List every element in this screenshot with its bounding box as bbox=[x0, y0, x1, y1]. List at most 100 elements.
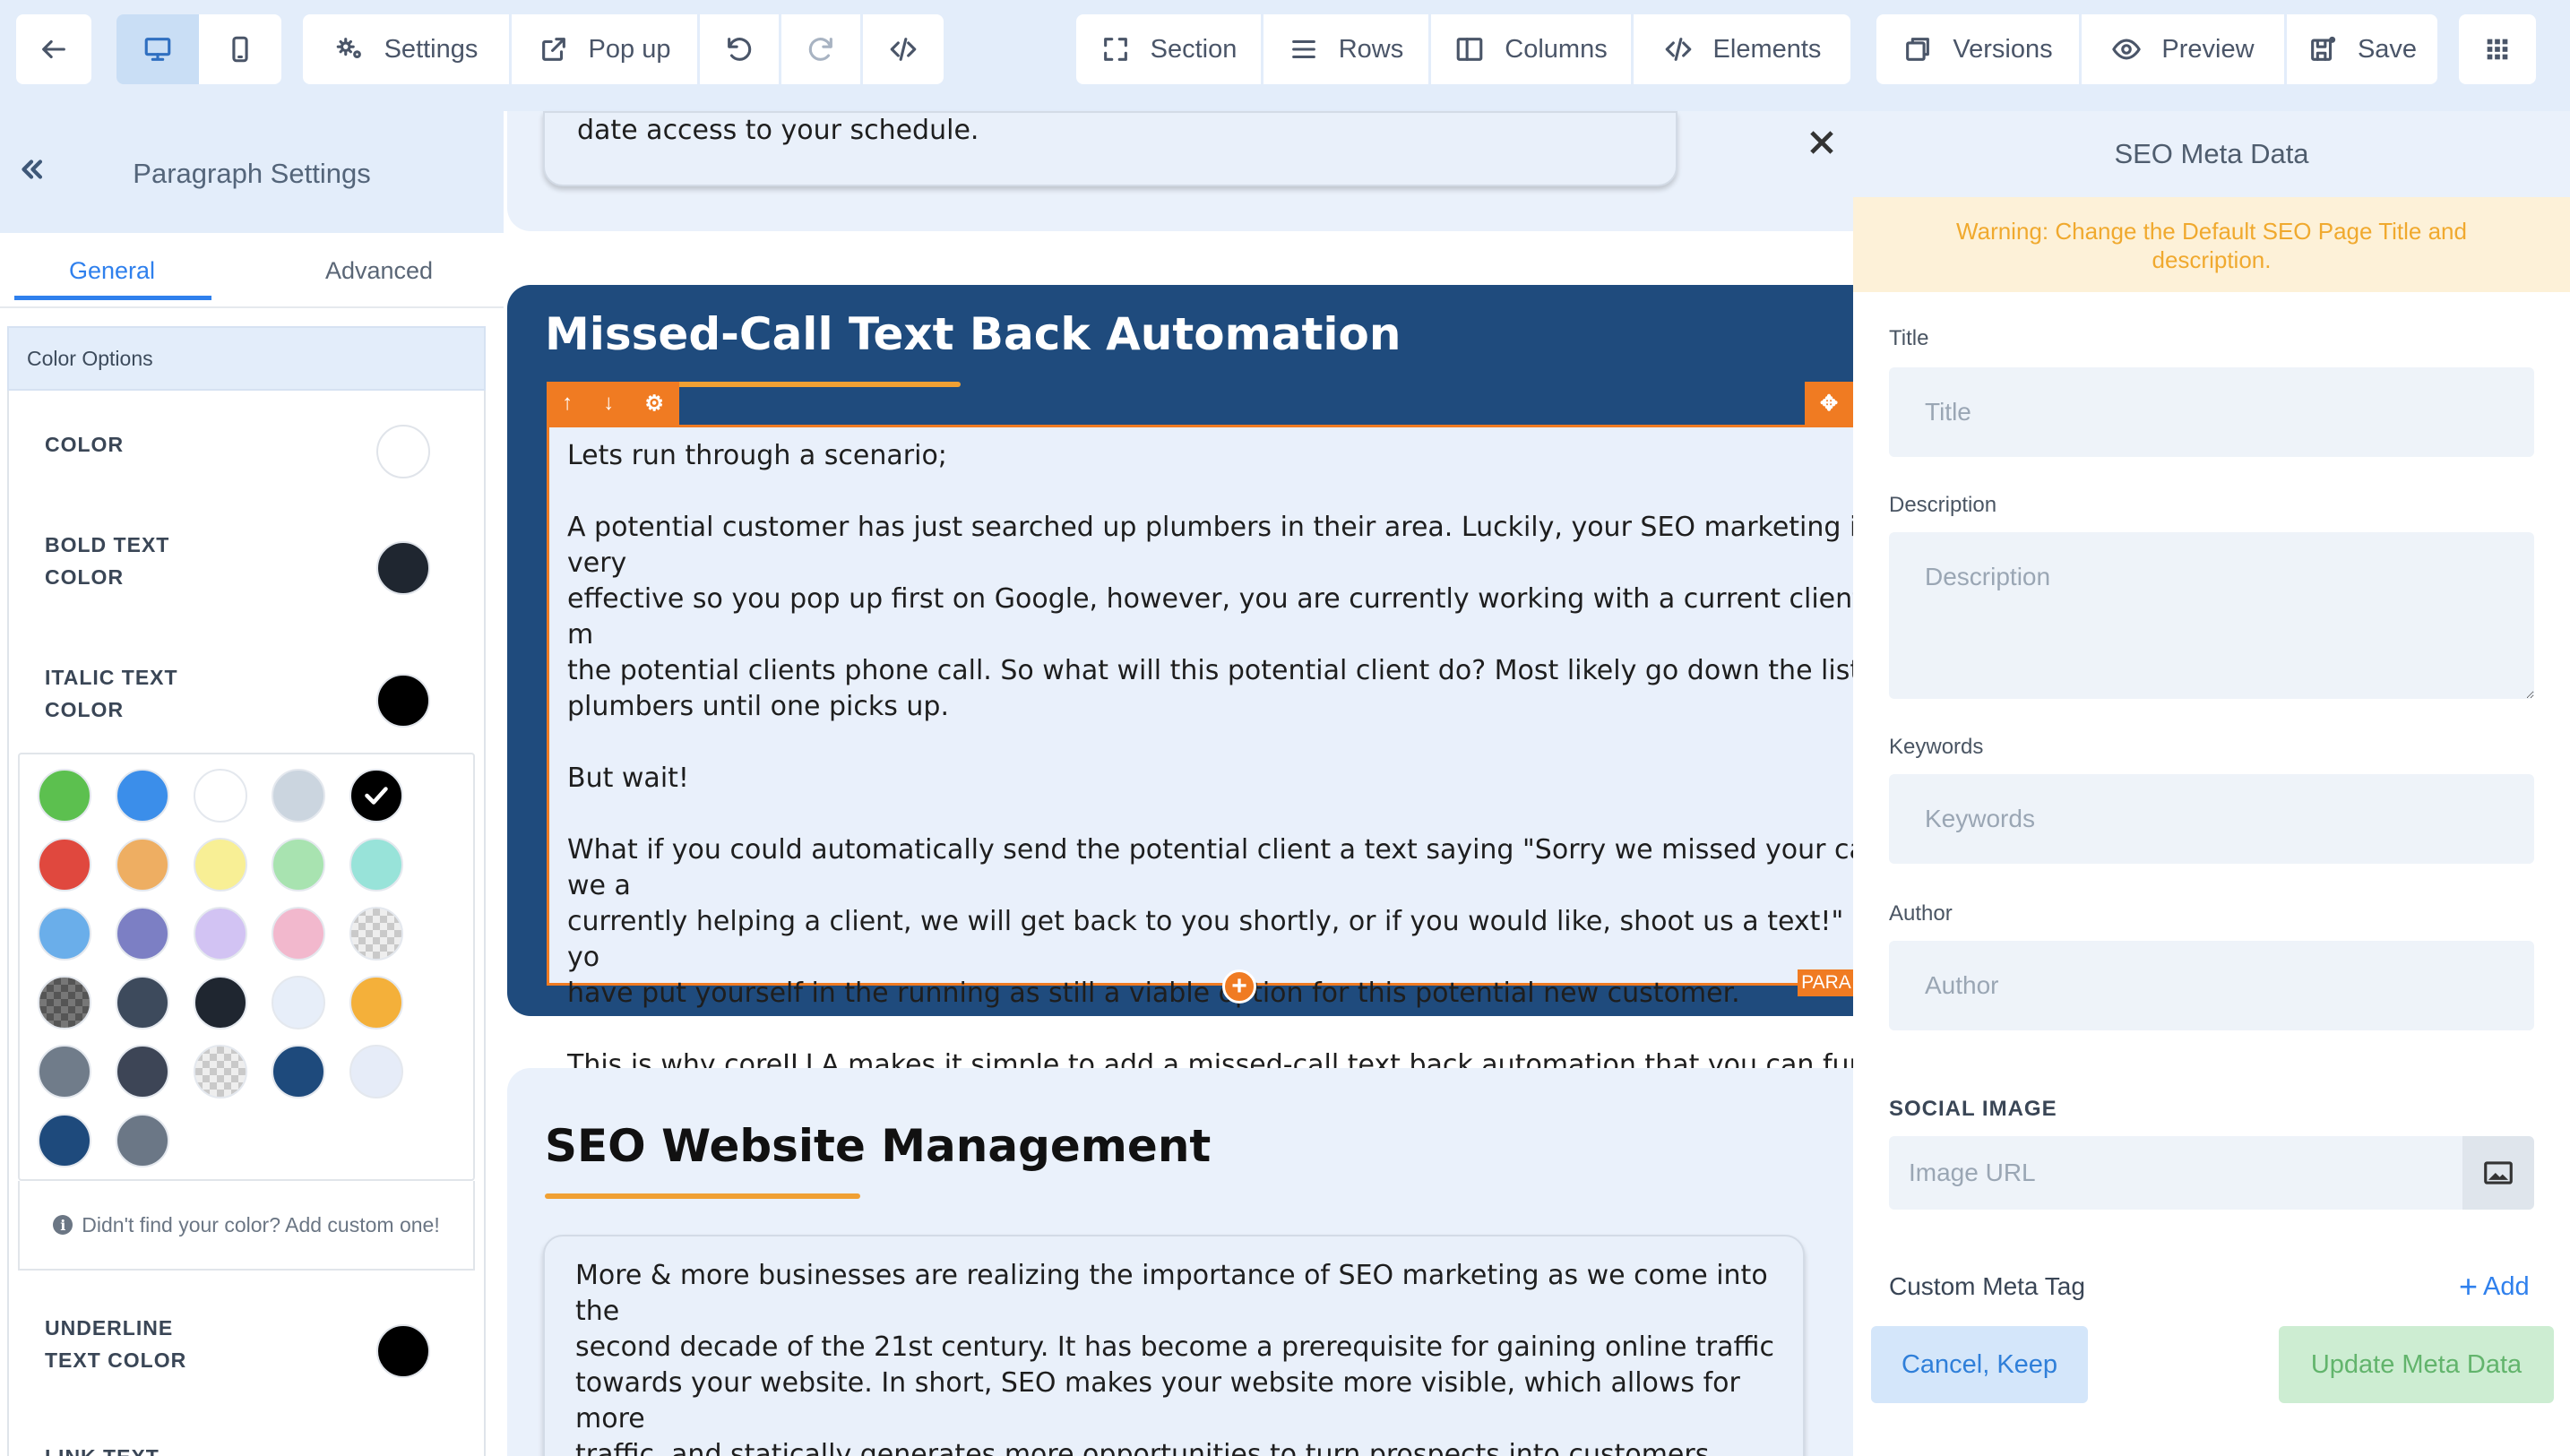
keywords-input[interactable] bbox=[1889, 774, 2534, 864]
palette-swatch[interactable] bbox=[116, 1114, 169, 1167]
eye-icon bbox=[2112, 39, 2142, 60]
sidebar-header: Paragraph Settings bbox=[0, 111, 504, 233]
title-field-label: Title bbox=[1889, 326, 1929, 350]
palette-swatch[interactable] bbox=[349, 976, 403, 1030]
settings-label: Settings bbox=[384, 34, 479, 64]
palette-swatch[interactable] bbox=[272, 769, 325, 823]
add-meta-tag-link[interactable]: + Add bbox=[2459, 1271, 2530, 1303]
update-meta-data-button[interactable]: Update Meta Data bbox=[2279, 1326, 2554, 1403]
versions-label: Versions bbox=[1953, 34, 2053, 64]
bold-text-color-swatch[interactable] bbox=[376, 541, 430, 595]
preview-label: Preview bbox=[2161, 34, 2255, 64]
palette-swatch[interactable] bbox=[272, 1045, 325, 1098]
title-input[interactable] bbox=[1889, 367, 2534, 457]
move-up-icon[interactable]: ↑ bbox=[562, 391, 573, 416]
element-type-tag: PARA bbox=[1798, 969, 1855, 996]
cancel-keep-button[interactable]: Cancel, Keep bbox=[1871, 1326, 2088, 1403]
seo-section-title[interactable]: SEO Website Management bbox=[545, 1120, 1211, 1172]
palette-swatch[interactable] bbox=[194, 907, 247, 961]
palette-swatch[interactable] bbox=[38, 838, 91, 892]
close-panel-button[interactable] bbox=[1790, 111, 1853, 174]
versions-icon bbox=[1906, 38, 1930, 61]
palette-swatch[interactable] bbox=[194, 1045, 247, 1098]
palette-swatch[interactable] bbox=[272, 838, 325, 892]
add-element-icon[interactable]: + bbox=[1222, 969, 1256, 1004]
redo-button[interactable] bbox=[781, 14, 860, 84]
columns-label: Columns bbox=[1505, 34, 1608, 64]
missed-call-title[interactable]: Missed-Call Text Back Automation bbox=[545, 308, 1401, 360]
drag-handle[interactable]: ✥ bbox=[1805, 382, 1853, 425]
color-swatch[interactable] bbox=[376, 425, 430, 478]
rows-label: Rows bbox=[1338, 34, 1404, 64]
element-move-toolbar[interactable]: ↑ ↓ ⚙ bbox=[547, 382, 679, 425]
section-button[interactable]: Section bbox=[1076, 14, 1261, 84]
previous-text: date access to your schedule. bbox=[577, 115, 979, 146]
description-input[interactable] bbox=[1889, 532, 2534, 699]
save-label: Save bbox=[2357, 34, 2418, 64]
palette-swatch[interactable] bbox=[272, 976, 325, 1030]
rows-icon bbox=[1291, 39, 1315, 59]
image-icon bbox=[2484, 1161, 2513, 1185]
palette-swatch[interactable] bbox=[116, 838, 169, 892]
move-down-icon[interactable]: ↓ bbox=[603, 391, 614, 416]
choose-image-button[interactable] bbox=[2462, 1136, 2534, 1210]
paragraph-text[interactable]: Lets run through a scenario; A potential… bbox=[549, 427, 1929, 1119]
seo-text-box[interactable]: More & more businesses are realizing the… bbox=[543, 1235, 1805, 1456]
apps-grid-button[interactable] bbox=[2459, 14, 2536, 84]
description-field-label: Description bbox=[1889, 493, 1997, 517]
palette-swatch[interactable] bbox=[38, 1114, 91, 1167]
versions-button[interactable]: Versions bbox=[1876, 14, 2079, 84]
image-url-input[interactable] bbox=[1889, 1136, 2462, 1210]
code-button[interactable] bbox=[863, 14, 944, 84]
rows-button[interactable]: Rows bbox=[1263, 14, 1428, 84]
desktop-view-button[interactable] bbox=[116, 14, 199, 84]
color-label: COLOR bbox=[45, 433, 125, 456]
palette-swatch[interactable] bbox=[349, 838, 403, 892]
author-input[interactable] bbox=[1889, 941, 2534, 1030]
back-button[interactable] bbox=[16, 14, 91, 84]
palette-swatch[interactable] bbox=[194, 838, 247, 892]
elements-button[interactable]: Elements bbox=[1634, 14, 1850, 84]
grid-icon bbox=[2487, 39, 2508, 60]
seo-paragraph[interactable]: More & more businesses are realizing the… bbox=[545, 1236, 1803, 1456]
save-button[interactable]: Save bbox=[2287, 14, 2437, 84]
italic-text-color-swatch[interactable] bbox=[376, 674, 430, 728]
gear-icon[interactable]: ⚙ bbox=[644, 391, 664, 417]
palette-swatch[interactable] bbox=[38, 907, 91, 961]
palette-swatch[interactable] bbox=[349, 1045, 403, 1098]
color-palette bbox=[18, 753, 475, 1181]
mobile-view-button[interactable] bbox=[199, 14, 281, 84]
underline-text-color-swatch[interactable] bbox=[376, 1324, 430, 1378]
palette-swatch[interactable] bbox=[116, 907, 169, 961]
redo-icon bbox=[808, 38, 832, 61]
palette-swatch[interactable] bbox=[38, 769, 91, 823]
social-image-label: SOCIAL IMAGE bbox=[1889, 1097, 2057, 1121]
palette-swatch[interactable] bbox=[38, 1045, 91, 1098]
palette-swatch[interactable] bbox=[349, 769, 403, 823]
paragraph-element[interactable]: Lets run through a scenario; A potential… bbox=[547, 425, 1922, 1116]
columns-button[interactable]: Columns bbox=[1431, 14, 1631, 84]
sidebar-title: Paragraph Settings bbox=[133, 158, 371, 189]
palette-swatch[interactable] bbox=[116, 976, 169, 1030]
palette-swatch[interactable] bbox=[38, 976, 91, 1030]
settings-button[interactable]: Settings bbox=[303, 14, 509, 84]
link-text-color-label: LINK TEXT bbox=[45, 1441, 160, 1456]
undo-button[interactable] bbox=[700, 14, 779, 84]
palette-swatch[interactable] bbox=[116, 769, 169, 823]
previous-text-box[interactable]: date access to your schedule. bbox=[543, 111, 1677, 186]
tab-advanced[interactable]: Advanced bbox=[267, 233, 491, 308]
palette-swatch[interactable] bbox=[194, 976, 247, 1030]
palette-swatch[interactable] bbox=[272, 907, 325, 961]
preview-button[interactable]: Preview bbox=[2082, 14, 2284, 84]
italic-text-color-label: ITALIC TEXT COLOR bbox=[45, 666, 178, 721]
mobile-icon bbox=[232, 36, 248, 63]
code-icon bbox=[890, 38, 917, 61]
desktop-icon bbox=[144, 38, 171, 61]
palette-swatch[interactable] bbox=[349, 907, 403, 961]
seo-panel-title: SEO Meta Data bbox=[1853, 111, 2570, 197]
author-field-label: Author bbox=[1889, 901, 1953, 926]
palette-swatch[interactable] bbox=[116, 1045, 169, 1098]
popup-button[interactable]: Pop up bbox=[512, 14, 697, 84]
custom-color-note[interactable]: i Didn't find your color? Add custom one… bbox=[18, 1181, 475, 1271]
palette-swatch[interactable] bbox=[194, 769, 247, 823]
